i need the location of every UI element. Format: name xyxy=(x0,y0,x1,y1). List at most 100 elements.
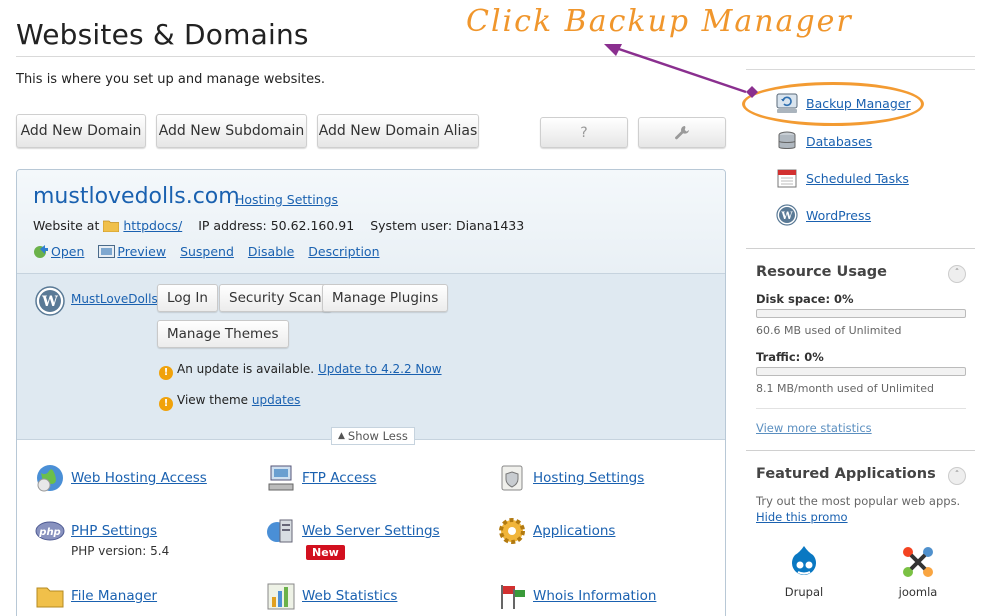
tool-label[interactable]: Whois Information xyxy=(533,587,656,605)
resource-usage-title: Resource Usage xyxy=(756,264,887,280)
sidebar-divider xyxy=(746,248,975,249)
featured-app-joomla[interactable]: joomla xyxy=(896,545,940,599)
preview-icon xyxy=(98,244,116,258)
featured-app-drupal[interactable]: Drupal xyxy=(784,545,824,599)
update-now-link[interactable]: Update to 4.2.2 Now xyxy=(318,362,442,376)
collapse-featured-button[interactable]: ˆ xyxy=(948,467,966,485)
wordpress-icon: W xyxy=(35,286,65,316)
joomla-label: joomla xyxy=(898,585,938,599)
open-icon xyxy=(34,245,48,258)
traffic-bar xyxy=(756,367,966,376)
log-in-button[interactable]: Log In xyxy=(157,284,218,312)
view-more-statistics-link[interactable]: View more statistics xyxy=(756,421,872,435)
tool-web-server-settings[interactable]: Web Server Settings xyxy=(266,516,440,546)
sidebar-divider xyxy=(746,69,975,70)
sidebar-divider xyxy=(746,450,975,451)
featured-applications-title: Featured Applications xyxy=(756,466,936,482)
annotation-text: Click Backup Manager xyxy=(466,4,853,39)
svg-text:W: W xyxy=(41,294,58,310)
wrench-icon xyxy=(675,125,689,139)
page-subtitle: This is where you set up and manage webs… xyxy=(16,72,325,87)
annotation-arrow xyxy=(604,44,758,98)
tool-file-manager[interactable]: File Manager xyxy=(35,581,157,611)
tool-label[interactable]: Applications xyxy=(533,522,615,540)
tool-web-hosting-access[interactable]: Web Hosting Access xyxy=(35,463,207,493)
hosting-settings-link[interactable]: Hosting Settings xyxy=(235,192,338,207)
svg-text:W: W xyxy=(780,211,793,222)
stats-divider xyxy=(756,408,966,409)
open-action[interactable]: Open xyxy=(33,243,84,259)
wordpress-link[interactable]: WordPress xyxy=(806,208,871,223)
preview-action[interactable]: Preview xyxy=(98,244,166,259)
tool-ftp-access[interactable]: FTP Access xyxy=(266,463,376,493)
ip-address: IP address: 50.62.160.91 xyxy=(198,218,355,233)
preview-link[interactable]: Preview xyxy=(117,244,166,259)
ftp-icon xyxy=(268,465,294,491)
php-icon: php xyxy=(35,521,65,541)
tool-whois-information[interactable]: Whois Information xyxy=(497,581,656,611)
help-button[interactable]: ? xyxy=(540,117,628,148)
calendar-icon xyxy=(777,169,797,188)
update-text: An update is available. xyxy=(177,362,315,376)
collapse-resource-button[interactable]: ˆ xyxy=(948,265,966,283)
traffic-label: Traffic: 0% xyxy=(756,350,824,364)
annotation-highlight-ellipse xyxy=(742,82,924,126)
theme-updates-link[interactable]: updates xyxy=(252,393,301,407)
tool-label[interactable]: Web Statistics xyxy=(302,587,397,605)
hide-promo-link[interactable]: Hide this promo xyxy=(756,510,848,524)
wordpress-site-link[interactable]: MustLoveDolls xyxy=(71,292,158,306)
sidebar-item-databases[interactable]: Databases xyxy=(776,130,872,152)
tool-web-statistics[interactable]: Web Statistics xyxy=(266,581,397,611)
tool-label[interactable]: FTP Access xyxy=(302,469,376,487)
suspend-link[interactable]: Suspend xyxy=(180,244,234,259)
warning-icon: ! xyxy=(159,397,173,411)
system-user: System user: Diana1433 xyxy=(370,218,525,233)
website-info: Website at httpdocs/ IP address: 50.62.1… xyxy=(33,218,524,233)
joomla-icon xyxy=(903,547,933,577)
sidebar-item-wordpress[interactable]: W WordPress xyxy=(776,204,871,226)
tool-label[interactable]: Web Hosting Access xyxy=(71,469,207,487)
open-link[interactable]: Open xyxy=(51,244,84,259)
scroll-shield-icon xyxy=(501,465,523,491)
tool-php-settings[interactable]: php PHP Settings PHP version: 5.4 xyxy=(35,516,169,558)
tool-hosting-settings[interactable]: Hosting Settings xyxy=(497,463,644,493)
tool-applications[interactable]: Applications xyxy=(497,516,615,546)
theme-text: View theme xyxy=(177,393,249,407)
disk-space-bar xyxy=(756,309,966,318)
databases-link[interactable]: Databases xyxy=(806,134,872,149)
tool-label[interactable]: File Manager xyxy=(71,587,157,605)
folder-icon xyxy=(36,587,64,608)
drupal-label: Drupal xyxy=(784,585,824,599)
chart-icon xyxy=(267,583,295,610)
show-less-label: Show Less xyxy=(347,429,408,443)
tool-label[interactable]: Web Server Settings xyxy=(302,522,440,540)
sidebar-item-scheduled-tasks[interactable]: Scheduled Tasks xyxy=(776,167,909,189)
new-badge: New xyxy=(306,545,345,560)
settings-button[interactable] xyxy=(638,117,726,148)
website-at-label: Website at xyxy=(33,218,100,233)
scheduled-tasks-link[interactable]: Scheduled Tasks xyxy=(806,171,909,186)
docroot-link[interactable]: httpdocs/ xyxy=(123,218,182,233)
domain-name-link[interactable]: mustlovedolls.com xyxy=(33,184,240,209)
manage-plugins-button[interactable]: Manage Plugins xyxy=(322,284,449,312)
description-link[interactable]: Description xyxy=(308,244,379,259)
security-scan-button[interactable]: Security Scan xyxy=(219,284,332,312)
add-new-domain-button[interactable]: Add New Domain xyxy=(16,114,146,148)
add-new-subdomain-button[interactable]: Add New Subdomain xyxy=(156,114,307,148)
tool-label[interactable]: Hosting Settings xyxy=(533,469,644,487)
wordpress-icon: W xyxy=(776,204,798,226)
warning-icon: ! xyxy=(159,366,173,380)
database-icon xyxy=(778,131,796,149)
add-new-domain-alias-button[interactable]: Add New Domain Alias xyxy=(317,114,479,148)
disable-link[interactable]: Disable xyxy=(248,244,294,259)
gear-icon xyxy=(499,518,525,544)
show-less-toggle[interactable]: ▲ Show Less xyxy=(331,427,415,445)
disk-space-label: Disk space: 0% xyxy=(756,292,854,306)
domain-panel: mustlovedolls.com Hosting Settings Websi… xyxy=(16,169,726,616)
folder-icon xyxy=(103,220,120,232)
chevron-up-icon: ▲ xyxy=(338,431,345,441)
tool-label[interactable]: PHP Settings xyxy=(71,523,157,539)
manage-themes-button[interactable]: Manage Themes xyxy=(157,320,289,348)
traffic-note: 8.1 MB/month used of Unlimited xyxy=(756,382,934,395)
server-icon xyxy=(267,519,293,543)
